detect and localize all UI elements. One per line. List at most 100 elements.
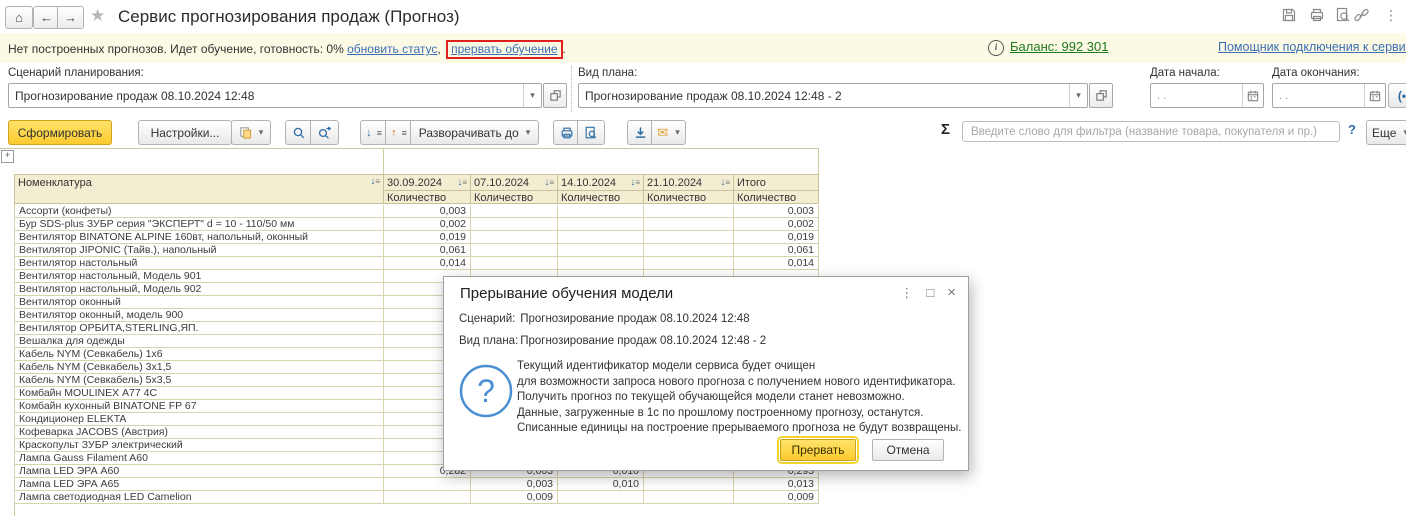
help-button[interactable]: ? xyxy=(1348,122,1356,137)
interrupt-training-link[interactable]: прервать обучение xyxy=(451,42,557,56)
red-annotation-box: прервать обучение xyxy=(446,40,563,59)
subheader-quantity: Количество xyxy=(644,191,734,204)
table-row[interactable]: Бур SDS-plus ЗУБР серия "ЭКСПЕРТ" d = 10… xyxy=(15,218,819,231)
sort-icon[interactable]: ↓ ≡ xyxy=(457,178,467,188)
expand-all-button[interactable]: + xyxy=(1,150,14,163)
row-quantity-cell xyxy=(644,231,734,244)
service-assistant-link[interactable]: Помощник подключения к сервису xyxy=(1218,40,1406,54)
date-start-input[interactable]: . . xyxy=(1150,83,1264,108)
subheader-quantity: Количество xyxy=(471,191,558,204)
date-start-calendar-button[interactable] xyxy=(1242,84,1263,107)
expand-rows-button[interactable]: ↑ ≡ xyxy=(385,120,413,145)
settings-button[interactable]: Настройки... xyxy=(138,120,232,145)
column-header-date-3[interactable]: 14.10.2024 ↓ ≡ xyxy=(558,175,644,191)
cancel-search-button[interactable] xyxy=(310,120,339,145)
download-icon xyxy=(635,127,646,138)
plan-kind-open-button[interactable] xyxy=(1089,83,1113,108)
lines-glyph: ≡ xyxy=(376,127,382,138)
send-mail-button[interactable]: ✉ ▾ xyxy=(651,120,686,145)
sort-icon[interactable]: ↓ ≡ xyxy=(720,178,730,188)
back-button[interactable]: ← xyxy=(33,6,60,29)
open-icon xyxy=(1095,90,1107,101)
dialog-title: Прерывание обучения модели xyxy=(460,285,674,302)
scenario-open-button[interactable] xyxy=(543,83,567,108)
column-header-nomenclature[interactable]: Номенклатура ↓ ≡ xyxy=(15,175,384,204)
home-icon: ⌂ xyxy=(15,10,23,25)
row-quantity-cell xyxy=(471,205,558,218)
date-end-input[interactable]: . . xyxy=(1272,83,1386,108)
row-quantity-cell: 0,010 xyxy=(558,478,644,491)
app-window: ⌂ ← → ★ Сервис прогнозирования продаж (П… xyxy=(0,0,1406,516)
save-icon[interactable] xyxy=(1280,6,1298,24)
save-report-button[interactable] xyxy=(627,120,654,145)
table-row[interactable]: Ассорти (конфеты) 0,003 0,003 xyxy=(15,205,819,218)
favorite-star-icon[interactable]: ★ xyxy=(90,6,105,26)
interrupt-confirm-button[interactable]: Прервать xyxy=(777,436,859,464)
scenario-dropdown-icon[interactable]: ▾ xyxy=(523,84,541,107)
date-end-calendar-button[interactable] xyxy=(1364,84,1385,107)
row-quantity-cell xyxy=(644,218,734,231)
forward-button[interactable]: → xyxy=(57,6,84,29)
row-quantity-cell xyxy=(558,231,644,244)
more-button[interactable]: Еще ▾ xyxy=(1366,120,1406,145)
row-quantity-cell xyxy=(471,231,558,244)
column-header-date-4[interactable]: 21.10.2024 ↓ ≡ xyxy=(644,175,734,191)
message-line: Получить прогноз по текущей обучающейся … xyxy=(517,391,905,403)
dropdown-icon: ▾ xyxy=(258,127,264,137)
search-button[interactable] xyxy=(285,120,313,145)
cancel-button[interactable]: Отмена xyxy=(872,439,944,461)
copy-settings-button[interactable]: ▾ xyxy=(231,120,271,145)
table-row[interactable]: Вентилятор настольный 0,014 0,014 xyxy=(15,257,819,270)
more-menu-kebab-icon[interactable]: ⋮ xyxy=(1382,6,1400,24)
expand-to-label: Разворачивать до xyxy=(418,125,519,140)
dialog-menu-kebab-icon[interactable]: ⋮ xyxy=(900,285,913,301)
collapse-rows-button[interactable]: ↓ ≡ xyxy=(360,120,388,145)
sort-icon[interactable]: ↓ ≡ xyxy=(630,178,640,188)
column-header-date-1[interactable]: 30.09.2024 ↓ ≡ xyxy=(384,175,471,191)
row-product-name: Кабель NYM (Севкабель) 5х3,5 xyxy=(15,374,384,387)
home-button[interactable]: ⌂ xyxy=(5,6,33,29)
plan-kind-dropdown-icon[interactable]: ▾ xyxy=(1069,84,1087,107)
notification-bar: Нет построенных прогнозов. Идет обучение… xyxy=(0,33,1406,63)
table-row[interactable]: Вентилятор JIPONIC (Тайв.), напольный 0,0… xyxy=(15,244,819,257)
row-quantity-cell xyxy=(471,218,558,231)
row-quantity-cell: 0,002 xyxy=(734,218,819,231)
table-row[interactable]: Лампа светодиодная LED Camelion 0,009 0,00… xyxy=(15,491,819,504)
table-row[interactable]: Вентилятор BINATONE ALPINE 160вт, наполь… xyxy=(15,231,819,244)
row-quantity-cell: 0,009 xyxy=(471,491,558,504)
choose-period-button[interactable]: (•) xyxy=(1388,83,1406,108)
balance-link[interactable]: Баланс: 992 301 xyxy=(1010,39,1108,54)
print-report-button[interactable] xyxy=(553,120,580,145)
filter-input[interactable] xyxy=(962,121,1340,142)
sigma-icon: Σ xyxy=(941,121,951,138)
sort-icon[interactable]: ↓ ≡ xyxy=(370,177,380,187)
dialog-maximize-icon[interactable]: □ xyxy=(926,285,934,300)
subheader-quantity: Количество xyxy=(558,191,644,204)
search-icon xyxy=(293,127,305,138)
refresh-status-link[interactable]: обновить статус xyxy=(347,42,437,56)
table-row[interactable]: Лампа LED ЭРА А65 0,003 0,010 0,013 xyxy=(15,478,819,491)
link-icon[interactable] xyxy=(1352,6,1370,24)
envelope-icon: ✉ xyxy=(657,124,669,140)
print-preview-button[interactable] xyxy=(577,120,605,145)
form-separator xyxy=(571,66,572,112)
generate-label: Сформировать xyxy=(17,125,103,140)
dialog-close-icon[interactable]: × xyxy=(947,284,956,301)
row-product-name: Комбайн кухонный BINATONE FP 67 xyxy=(15,400,384,413)
date-header-label: 07.10.2024 xyxy=(474,177,530,189)
column-header-total[interactable]: Итого xyxy=(734,175,819,191)
row-product-name: Вентилятор BINATONE ALPINE 160вт, наполь… xyxy=(15,231,384,244)
column-header-date-2[interactable]: 07.10.2024 ↓ ≡ xyxy=(471,175,558,191)
expand-to-button[interactable]: Разворачивать до ▾ xyxy=(410,120,539,145)
table-top-strip xyxy=(14,148,819,175)
scenario-combobox[interactable]: Прогнозирование продаж 08.10.2024 12:48 … xyxy=(8,83,542,108)
sort-icon[interactable]: ↓ ≡ xyxy=(544,178,554,188)
top-bar: ⌂ ← → ★ Сервис прогнозирования продаж (П… xyxy=(0,0,1406,32)
row-product-name: Вентилятор настольный, Модель 901 xyxy=(15,270,384,283)
plan-kind-combobox[interactable]: Прогнозирование продаж 08.10.2024 12:48 … xyxy=(578,83,1088,108)
settings-label: Настройки... xyxy=(150,125,220,140)
preview-icon[interactable] xyxy=(1334,6,1352,24)
generate-button[interactable]: Сформировать xyxy=(8,120,112,145)
print-icon[interactable] xyxy=(1308,6,1326,24)
row-product-name: Бур SDS-plus ЗУБР серия "ЭКСПЕРТ" d = 10… xyxy=(15,218,384,231)
